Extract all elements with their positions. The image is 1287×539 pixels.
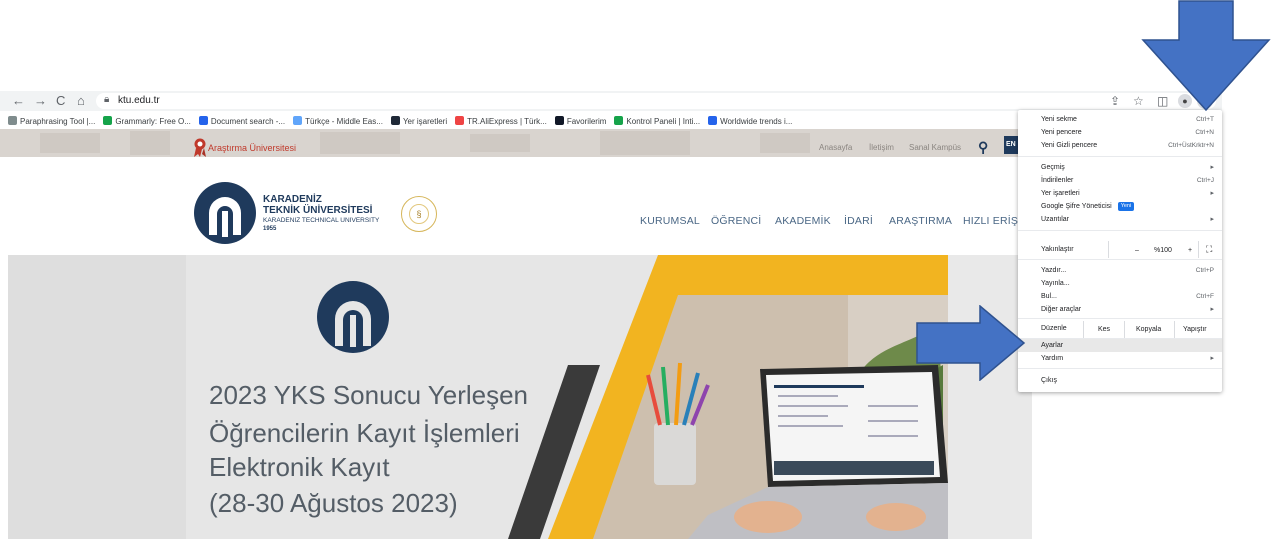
menu-separator xyxy=(1018,230,1222,231)
zoom-out-button[interactable]: – xyxy=(1135,244,1139,257)
menu-item-bookmarks[interactable]: Yer işaretleri ▸ xyxy=(1018,187,1222,200)
hero-title-line3: Elektronik Kayıt xyxy=(209,452,390,482)
reload-icon[interactable]: C xyxy=(56,91,65,111)
forward-arrow-icon[interactable]: → xyxy=(34,91,47,111)
research-university-label[interactable]: Araştırma Üniversitesi xyxy=(208,143,296,153)
password-manager-label: Google Şifre Yöneticisi xyxy=(1041,203,1112,210)
menu-separator xyxy=(1018,318,1222,319)
menu-item-new-tab[interactable]: Yeni sekme Ctrl+T xyxy=(1018,113,1222,126)
address-url[interactable]: ktu.edu.tr xyxy=(118,95,160,106)
top-link-home[interactable]: Anasayfa xyxy=(819,143,852,152)
brand-founding-year: 1955 xyxy=(263,226,277,232)
menu-item-downloads[interactable]: İndirilenler Ctrl+J xyxy=(1018,174,1222,187)
bookmark-favicon-icon xyxy=(198,116,208,125)
bookmark-item[interactable]: Yer işaretleri xyxy=(390,113,448,129)
menu-item-more-tools[interactable]: Diğer araçlar ▸ xyxy=(1018,303,1222,316)
bookmark-label: Paraphrasing Tool |... xyxy=(20,117,96,126)
anniversary-seal-icon: § xyxy=(401,196,437,232)
annotation-arrow-right-icon xyxy=(916,305,1026,381)
bookmark-favicon-icon xyxy=(8,116,17,125)
bookmark-favicon-icon xyxy=(293,116,303,125)
hero-title-line4: (28-30 Ağustos 2023) xyxy=(209,488,458,518)
menu-edit-row: Düzenle Kes Kopyala Yapıştır xyxy=(1018,320,1222,338)
bookmark-label: Document search -... xyxy=(210,117,286,126)
back-arrow-icon[interactable]: ← xyxy=(12,91,25,111)
menu-item-settings[interactable]: Ayarlar xyxy=(1018,339,1222,352)
top-link-virtual-campus[interactable]: Sanal Kampüs xyxy=(909,143,961,152)
bookmark-item[interactable]: Document search -... xyxy=(198,113,286,129)
bookmark-label: Yer işaretleri xyxy=(402,117,448,126)
bookmark-label: Türkçe - Middle Eas... xyxy=(305,117,383,126)
menu-kurumsal[interactable]: KURUMSAL xyxy=(640,215,700,227)
home-icon[interactable]: ⌂ xyxy=(77,91,85,111)
zoom-label: Yakınlaştır xyxy=(1041,246,1074,253)
search-icon[interactable]: ⚲ xyxy=(978,139,988,156)
research-ribbon-icon xyxy=(194,138,206,157)
menu-item-incognito[interactable]: Yeni Gizli pencere Ctrl+ÜstKrktr+N xyxy=(1018,139,1222,152)
bookmark-favicon-icon xyxy=(390,116,400,125)
bookmark-item[interactable]: Türkçe - Middle Eas... xyxy=(293,113,383,129)
browser-toolbar: ← → C ⌂ 🔒︎ ktu.edu.tr ⇪ ☆ ◫ ● ⋮ xyxy=(0,91,1222,111)
menu-item-new-window[interactable]: Yeni pencere Ctrl+N xyxy=(1018,126,1222,139)
cut-button[interactable]: Kes xyxy=(1098,323,1110,336)
bookmark-item[interactable]: TR.AliExpress | Türk... xyxy=(455,113,547,129)
lock-icon: 🔒︎ xyxy=(104,94,110,105)
menu-separator xyxy=(1018,368,1222,369)
bookmark-item[interactable]: Worldwide trends i... xyxy=(708,113,793,129)
ktu-logo-icon[interactable] xyxy=(193,181,257,245)
bookmark-label: Kontrol Paneli | Inti... xyxy=(626,117,701,126)
hero-title-line1: 2023 YKS Sonucu Yerleşen xyxy=(209,380,529,410)
bookmark-favicon-icon xyxy=(708,116,718,125)
menu-item-extensions[interactable]: Uzantılar ▸ xyxy=(1018,213,1222,226)
share-icon[interactable]: ⇪ xyxy=(1110,91,1120,111)
brand-name-line2: TEKNİK ÜNİVERSİTESİ xyxy=(263,205,373,216)
bookmark-favicon-icon xyxy=(554,116,564,125)
menu-idari[interactable]: İDARİ xyxy=(844,215,873,227)
menu-item-help[interactable]: Yardım ▸ xyxy=(1018,352,1222,365)
bookmark-favicon-icon xyxy=(455,116,465,125)
menu-arastirma[interactable]: ARAŞTIRMA xyxy=(889,215,952,227)
menu-item-find[interactable]: Bul... Ctrl+F xyxy=(1018,290,1222,303)
zoom-level: %100 xyxy=(1154,247,1172,254)
menu-separator xyxy=(1018,259,1222,260)
submenu-arrow-icon: ▸ xyxy=(1210,355,1214,362)
edit-label: Düzenle xyxy=(1041,325,1067,332)
bookmark-item[interactable]: Paraphrasing Tool |... xyxy=(8,113,96,129)
menu-item-exit[interactable]: Çıkış xyxy=(1018,374,1222,387)
menu-item-print[interactable]: Yazdır... Ctrl+P xyxy=(1018,264,1222,277)
bookmark-label: TR.AliExpress | Türk... xyxy=(467,117,547,126)
submenu-arrow-icon: ▸ xyxy=(1210,306,1214,313)
menu-ogrenci[interactable]: ÖĞRENCİ xyxy=(711,215,761,227)
submenu-arrow-icon: ▸ xyxy=(1210,164,1214,171)
brand-name-line1: KARADENİZ xyxy=(263,194,322,205)
top-link-contact[interactable]: İletişim xyxy=(869,143,894,152)
menu-item-cast[interactable]: Yayınla... xyxy=(1018,277,1222,290)
menu-zoom-row: Yakınlaştır – %100 + ⛶ xyxy=(1018,240,1222,260)
paste-button[interactable]: Yapıştır xyxy=(1183,323,1207,336)
bookmark-item[interactable]: Grammarly: Free O... xyxy=(103,113,191,129)
copy-button[interactable]: Kopyala xyxy=(1136,323,1161,336)
bookmark-favicon-icon xyxy=(614,116,624,125)
hero-title-line2: Öğrencilerin Kayıt İşlemleri xyxy=(209,418,520,448)
address-bar[interactable]: 🔒︎ ktu.edu.tr xyxy=(96,93,1216,109)
menu-item-password-manager[interactable]: Google Şifre Yöneticisi Yeni xyxy=(1018,200,1222,213)
menu-akademik[interactable]: AKADEMİK xyxy=(775,215,831,227)
annotation-arrow-down-icon xyxy=(1141,0,1271,112)
chrome-main-menu: Yeni sekme Ctrl+T Yeni pencere Ctrl+N Ye… xyxy=(1018,110,1222,392)
bookmark-label: Favorilerim xyxy=(566,117,607,126)
bookmark-item[interactable]: Favorilerim xyxy=(554,113,607,129)
zoom-in-button[interactable]: + xyxy=(1188,244,1192,257)
bookmark-favicon-icon xyxy=(103,116,113,125)
bookmark-label: Worldwide trends i... xyxy=(720,117,793,126)
bookmark-item[interactable]: Kontrol Paneli | Inti... xyxy=(614,113,701,129)
menu-item-history[interactable]: Geçmiş ▸ xyxy=(1018,161,1222,174)
brand-name-english: KARADENIZ TECHNICAL UNIVERSITY xyxy=(263,217,380,224)
submenu-arrow-icon: ▸ xyxy=(1210,190,1214,197)
fullscreen-icon[interactable]: ⛶ xyxy=(1206,243,1212,256)
bookmark-label: Grammarly: Free O... xyxy=(115,117,191,126)
submenu-arrow-icon: ▸ xyxy=(1210,216,1214,223)
menu-separator xyxy=(1018,156,1222,157)
new-badge: Yeni xyxy=(1117,202,1135,211)
